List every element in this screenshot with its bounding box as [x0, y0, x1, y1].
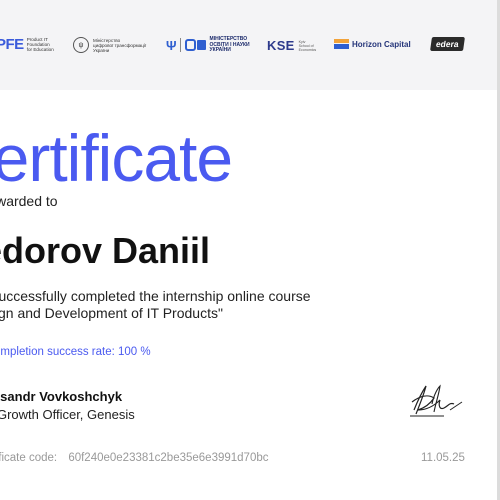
kse-logo: KSE Kyiv School of Economics — [267, 38, 316, 53]
kse-logo-caption: Kyiv School of Economics — [298, 39, 317, 52]
certificate-code-value: 60f240e0e23381c2be35e6e3991d70bc — [68, 452, 269, 464]
pfe-logo-caption: Product IT Foundation for Education — [26, 37, 54, 52]
certificate-page: PFE Product IT Foundation for Education … — [0, 0, 500, 500]
certificate-title: Certificate — [0, 121, 233, 195]
mintsyfra-logo: ψ Міністерство цифрової трансформації Ук… — [73, 37, 146, 53]
mon-mark-icon — [184, 39, 206, 52]
certificate-code: Certificate code: 60f240e0e23381c2be35e6… — [0, 452, 268, 464]
trident-icon: Ψ — [166, 37, 177, 53]
horizon-sun-icon — [334, 39, 349, 49]
awarded-to-label: Awarded to — [0, 193, 58, 209]
signer-role: Chief Growth Officer, Genesis — [0, 407, 135, 422]
coat-of-arms-icon: ψ — [73, 37, 89, 53]
horizon-capital-logo: Horizon Capital — [334, 39, 411, 50]
partner-logos-bar: PFE Product IT Foundation for Education … — [0, 0, 497, 90]
certificate-footer: Certificate code: 60f240e0e23381c2be35e6… — [0, 452, 497, 466]
divider — [179, 38, 181, 53]
pfe-logo-mark: PFE — [0, 36, 24, 53]
kse-logo-mark: KSE — [267, 38, 295, 53]
handwritten-signature — [410, 384, 463, 417]
pfe-logo: PFE Product IT Foundation for Education — [0, 36, 54, 53]
mon-logo: Ψ МІНІСТЕРСТВО ОСВІТИ І НАУКИ УКРАЇНИ — [166, 36, 250, 54]
edera-logo: edera — [430, 37, 465, 51]
completion-rate: Course completion success rate: 100 % — [0, 346, 151, 358]
mon-logo-caption: МІНІСТЕРСТВО ОСВІТИ І НАУКИ УКРАЇНИ — [209, 36, 250, 53]
course-name: "Design and Development of IT Products" — [0, 305, 223, 321]
mintsyfra-logo-caption: Міністерство цифрової трансформації Укра… — [93, 37, 147, 53]
course-description-line1: has successfully completed the internshi… — [0, 288, 311, 304]
recipient-name: Fedorov Daniil — [0, 230, 211, 271]
certificate-code-label: Certificate code: — [0, 452, 58, 464]
signer-name: Oleksandr Vovkoshchyk — [0, 389, 123, 404]
course-description: has successfully completed the internshi… — [0, 288, 311, 322]
issue-date: 11.05.25 — [421, 452, 465, 464]
